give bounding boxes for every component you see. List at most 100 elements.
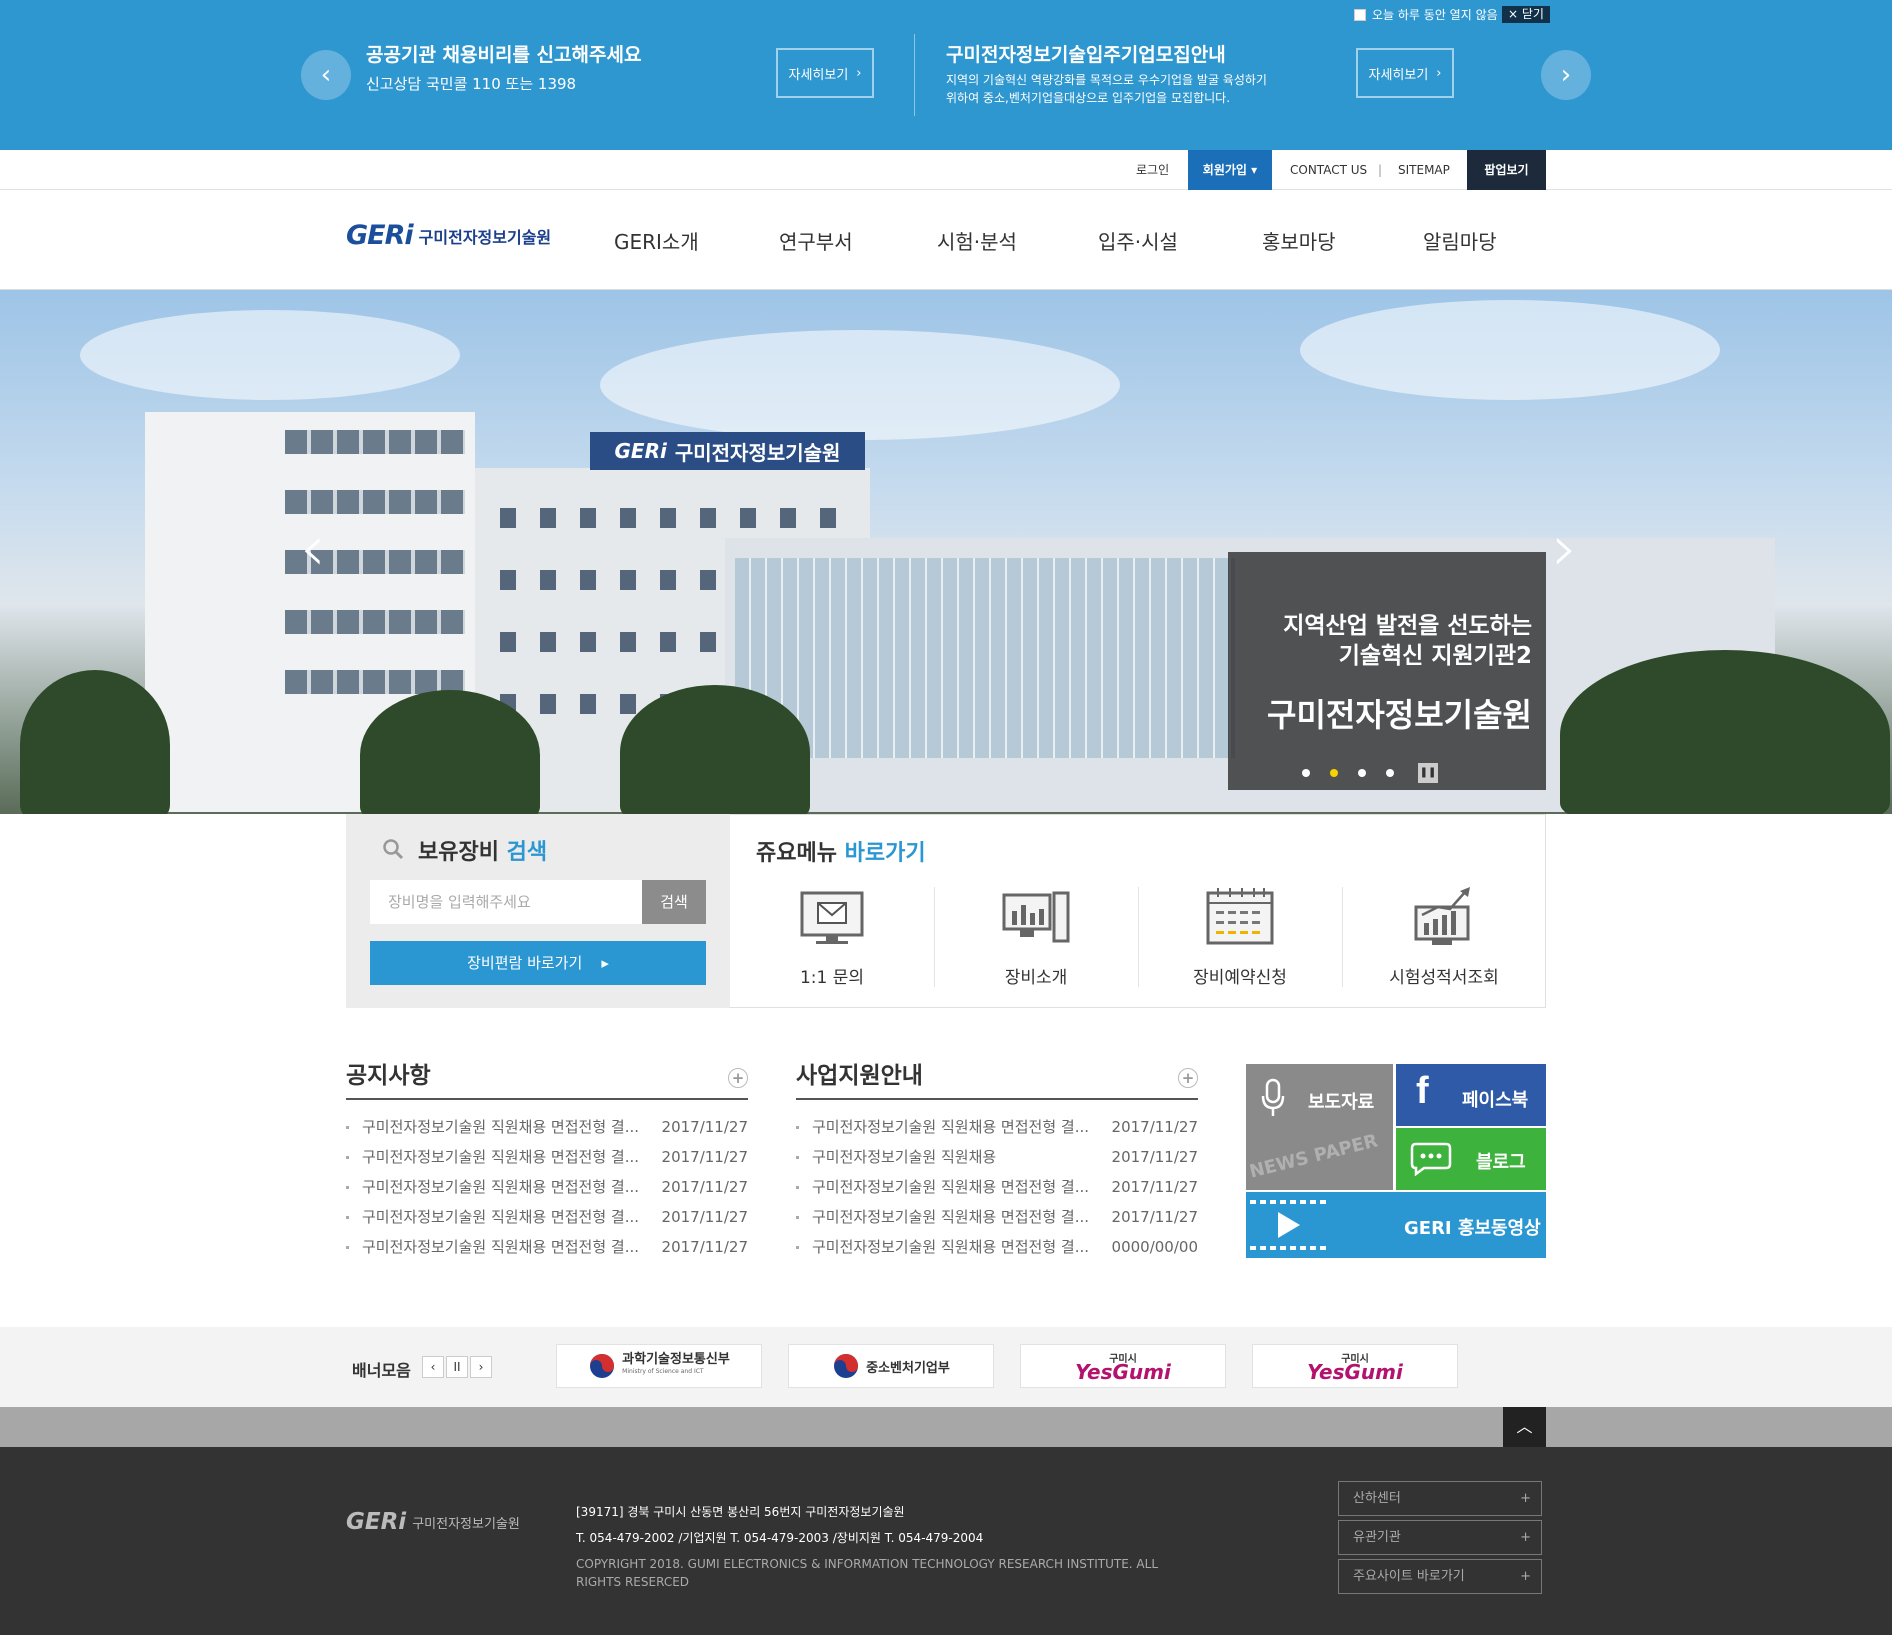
banner-pause-button[interactable]: II <box>446 1356 468 1378</box>
contact-us-link[interactable]: CONTACT US <box>1290 150 1367 190</box>
list-item[interactable]: 구미전자정보기술원 직원채용 면접전형 결... 2017/11/27 <box>796 1112 1198 1142</box>
logo-mark: GERi <box>346 220 414 251</box>
notice-board: 공지사항 + 구미전자정보기술원 직원채용 면접전형 결... 2017/11/27… <box>346 1056 748 1262</box>
search-button[interactable]: 검색 <box>642 880 706 924</box>
select-sites[interactable]: 주요사이트 바로가기 + <box>1338 1559 1542 1594</box>
facebook-label: 페이스북 <box>1462 1090 1529 1111</box>
hero-slide-dot[interactable] <box>1386 769 1394 777</box>
notice-date: 2017/11/27 <box>661 1238 748 1256</box>
equipment-icon <box>1002 891 1070 943</box>
hide-today-option[interactable]: 오늘 하루 동안 열지 않음 <box>1354 6 1498 23</box>
video-tile[interactable]: GERI 홍보동영상 <box>1246 1192 1546 1258</box>
notice-text: 구미전자정보기술원 직원채용 면접전형 결... <box>362 1178 640 1196</box>
hero-next-button[interactable]: › <box>1552 512 1578 586</box>
hero-slide-dot[interactable] <box>1330 769 1338 777</box>
select-related[interactable]: 유관기관 + <box>1338 1520 1542 1555</box>
hero-pause-button[interactable]: ❚❚ <box>1418 763 1438 783</box>
nav-item-pr[interactable]: 홍보마당 <box>1262 226 1336 255</box>
popup-next-button[interactable]: › <box>1541 50 1591 100</box>
search-title-accent: 검색 <box>506 840 548 865</box>
notice-text: 구미전자정보기술원 직원채용 면접전형 결... <box>362 1148 640 1166</box>
nav-item-geri[interactable]: GERI소개 <box>614 226 699 255</box>
press-tile[interactable]: 보도자료 NEWS PAPER <box>1246 1064 1393 1190</box>
business-text: 구미전자정보기술원 직원채용 <box>812 1148 997 1166</box>
sitemap-link[interactable]: SITEMAP <box>1398 150 1450 190</box>
util-separator: | <box>1378 163 1383 177</box>
banner-msit-name: 과학기술정보통신부 <box>622 1352 730 1367</box>
more-button-label: 자세히보기 <box>788 67 849 83</box>
banner-mss[interactable]: 중소벤처기업부 <box>788 1344 994 1388</box>
list-item[interactable]: 구미전자정보기술원 직원채용 2017/11/27 <box>796 1142 1198 1172</box>
popup-item1-sub: 신고상담 국민콜 110 또는 1398 <box>366 75 577 93</box>
business-title-text: 사업지원안내 <box>796 1063 923 1089</box>
select-affiliates[interactable]: 산하센터 + <box>1338 1481 1542 1516</box>
popup-item1-more-button[interactable]: 자세히보기 › <box>776 48 874 98</box>
footer-contact: [39171] 경북 구미시 산동면 봉산리 56번지 구미전자정보기술원 T.… <box>576 1499 983 1551</box>
nav-item-notice[interactable]: 알림마당 <box>1423 226 1497 255</box>
play-icon <box>1278 1212 1300 1238</box>
chat-bubble-icon <box>1410 1142 1452 1176</box>
facebook-tile[interactable]: f 페이스북 <box>1396 1064 1546 1126</box>
quick-item-label: 장비예약신청 <box>1193 968 1287 988</box>
building-windows <box>285 490 465 514</box>
banner-msit[interactable]: 과학기술정보통신부 Ministry of Science and ICT <box>556 1344 762 1388</box>
list-item[interactable]: 구미전자정보기술원 직원채용 면접전형 결... 0000/00/00 <box>796 1232 1198 1262</box>
banner-msit-sub: Ministry of Science and ICT <box>622 1368 704 1375</box>
list-item[interactable]: 구미전자정보기술원 직원채용 면접전형 결... 2017/11/27 <box>346 1202 748 1232</box>
blog-tile[interactable]: 블로그 <box>1396 1128 1546 1190</box>
list-item[interactable]: 구미전자정보기술원 직원채용 면접전형 결... 2017/11/27 <box>346 1142 748 1172</box>
notice-date: 2017/11/27 <box>661 1208 748 1226</box>
hide-today-checkbox[interactable] <box>1354 8 1366 21</box>
join-button[interactable]: 회원가입 ▾ <box>1188 150 1272 190</box>
business-date: 2017/11/27 <box>1111 1208 1198 1226</box>
banner-gumi-2[interactable]: 구미시 YesGumi <box>1252 1344 1458 1388</box>
hero-prev-button[interactable]: ‹ <box>300 512 326 586</box>
sign-mark: GERi <box>614 439 667 463</box>
nav-item-testing[interactable]: 시험·분석 <box>937 226 1017 255</box>
notice-list: 구미전자정보기술원 직원채용 면접전형 결... 2017/11/27 구미전자정… <box>346 1112 748 1262</box>
popup-close-button[interactable]: × 닫기 <box>1502 6 1550 23</box>
quick-item-equipment[interactable]: 장비소개 <box>934 885 1138 995</box>
list-item[interactable]: 구미전자정보기술원 직원채용 면접전형 결... 2017/11/27 <box>796 1172 1198 1202</box>
nav-item-facility[interactable]: 입주·시설 <box>1098 226 1178 255</box>
film-strip <box>1250 1200 1330 1204</box>
list-item[interactable]: 구미전자정보기술원 직원채용 면접전형 결... 2017/11/27 <box>346 1112 748 1142</box>
notice-title: 공지사항 + <box>346 1056 748 1100</box>
popup-prev-button[interactable]: ‹ <box>301 50 351 100</box>
hero-caption: 지역산업 발전을 선도하는 기술혁신 지원기관2 구미전자정보기술원 ❚❚ <box>1228 552 1546 790</box>
plus-icon: + <box>1520 1491 1531 1506</box>
scroll-top-button[interactable]: ︿ <box>1503 1407 1546 1447</box>
plus-icon: + <box>1520 1530 1531 1545</box>
cloud-shape <box>1300 300 1720 400</box>
business-more-button[interactable]: + <box>1178 1068 1198 1088</box>
list-item[interactable]: 구미전자정보기술원 직원채용 면접전형 결... 2017/11/27 <box>346 1232 748 1262</box>
banner-prev-button[interactable]: ‹ <box>422 1356 444 1378</box>
plus-icon: + <box>1520 1569 1531 1584</box>
video-label: GERI 홍보동영상 <box>1404 1218 1541 1239</box>
banner-gumi-1[interactable]: 구미시 YesGumi <box>1020 1344 1226 1388</box>
chevron-right-icon: › <box>1560 60 1572 90</box>
equipment-list-button[interactable]: 장비편람 바로가기 ▸ <box>370 941 706 985</box>
equipment-search-input[interactable]: 장비명을 입력해주세요 <box>370 880 642 924</box>
popup-item2-more-button[interactable]: 자세히보기 › <box>1356 48 1454 98</box>
banner-next-button[interactable]: › <box>470 1356 492 1378</box>
monitor-mail-icon <box>800 891 864 944</box>
login-link[interactable]: 로그인 <box>1136 150 1169 190</box>
quick-item-report[interactable]: 시험성적서조회 <box>1342 885 1546 995</box>
list-item[interactable]: 구미전자정보기술원 직원채용 면접전형 결... 2017/11/27 <box>796 1202 1198 1232</box>
chevron-right-icon: › <box>1436 65 1442 81</box>
hero-slide-dot[interactable] <box>1302 769 1310 777</box>
popup-item2-sub: 지역의 기술혁신 역량강화를 목적으로 우수기업을 발굴 육성하기 위하여 중소… <box>946 73 1267 105</box>
nav-item-research[interactable]: 연구부서 <box>779 226 853 255</box>
banner-mss-name: 중소벤처기업부 <box>866 1360 950 1376</box>
popup-view-button[interactable]: 팝업보기 <box>1467 150 1546 190</box>
quick-item-inquiry[interactable]: 1:1 문의 <box>730 885 934 995</box>
quick-item-reservation[interactable]: 장비예약신청 <box>1138 885 1342 995</box>
notice-date: 2017/11/27 <box>661 1118 748 1136</box>
hero-slide-dot[interactable] <box>1358 769 1366 777</box>
list-item[interactable]: 구미전자정보기술원 직원채용 면접전형 결... 2017/11/27 <box>346 1172 748 1202</box>
site-logo[interactable]: GERi 구미전자정보기술원 <box>346 220 551 251</box>
film-strip <box>1250 1246 1330 1250</box>
notice-more-button[interactable]: + <box>728 1068 748 1088</box>
select-label: 주요사이트 바로가기 <box>1353 1569 1465 1584</box>
